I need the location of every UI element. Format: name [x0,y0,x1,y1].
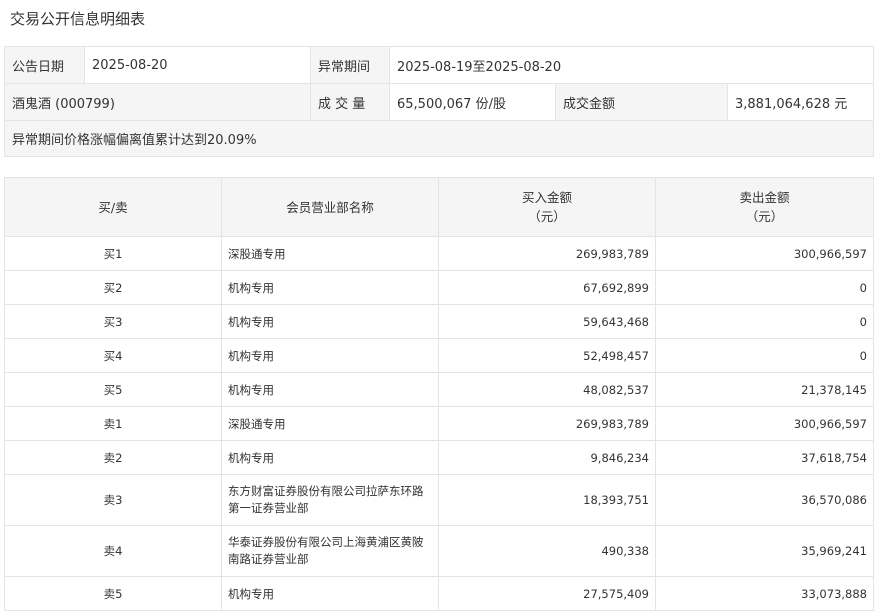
amount-label: 成交金额 [555,83,728,121]
row-member: 深股通专用 [221,406,439,441]
row-buy-amount: 67,692,899 [438,270,656,305]
header-buy-amount-title: 买入金额 [521,190,572,205]
row-sell-amount: 36,570,086 [655,474,874,526]
table-row: 买1 深股通专用 269,983,789 300,966,597 [4,236,874,271]
row-side: 卖4 [4,525,222,577]
row-member: 机构专用 [221,576,439,611]
row-side: 买4 [4,338,222,373]
row-buy-amount: 269,983,789 [438,236,656,271]
page-title: 交易公开信息明细表 [10,10,146,28]
row-member: 机构专用 [221,440,439,475]
row-member: 机构专用 [221,372,439,407]
row-member: 深股通专用 [221,236,439,271]
announce-date-value: 2025-08-20 [84,46,311,84]
announce-date-label: 公告日期 [4,46,85,84]
row-side: 买2 [4,270,222,305]
row-side: 卖3 [4,474,222,526]
row-buy-amount: 27,575,409 [438,576,656,611]
header-sell-amount: 卖出金额 （元） [655,177,874,237]
header-sell-amount-unit: （元） [745,209,784,224]
header-buy-amount-unit: （元） [528,209,566,224]
table-row: 卖3 东方财富证券股份有限公司拉萨东环路第一证券营业部 18,393,751 3… [4,474,874,526]
trade-table-header: 买/卖 会员营业部名称 买入金额 （元） 卖出金额 （元） [4,177,874,237]
info-table: 公告日期 2025-08-20 异常期间 2025-08-19至2025-08-… [3,46,875,157]
row-side: 买1 [4,236,222,271]
header-side: 买/卖 [4,177,222,237]
table-row: 卖1 深股通专用 269,983,789 300,966,597 [4,406,874,441]
row-buy-amount: 52,498,457 [438,338,656,373]
row-buy-amount: 48,082,537 [438,372,656,407]
table-row: 卖2 机构专用 9,846,234 37,618,754 [4,440,874,475]
table-row: 卖5 机构专用 27,575,409 33,073,888 [4,576,874,611]
amount-value: 3,881,064,628 元 [726,83,875,121]
table-row: 买5 机构专用 48,082,537 21,378,145 [4,372,874,407]
row-sell-amount: 300,966,597 [655,406,874,441]
row-sell-amount: 0 [655,270,874,305]
row-buy-amount: 269,983,789 [438,406,656,441]
stock-name: 酒鬼酒 (000799) [4,83,311,121]
table-row: 买3 机构专用 59,643,468 0 [4,304,874,339]
table-row: 卖4 华泰证券股份有限公司上海黄浦区黄陂南路证券营业部 490,338 35,9… [4,525,874,577]
table-row: 买4 机构专用 52,498,457 0 [4,338,874,373]
row-member: 东方财富证券股份有限公司拉萨东环路第一证券营业部 [221,474,439,526]
row-buy-amount: 18,393,751 [438,474,656,526]
row-side: 买5 [4,372,222,407]
row-member: 机构专用 [221,304,439,339]
row-sell-amount: 21,378,145 [655,372,874,407]
row-sell-amount: 0 [655,304,874,339]
row-side: 卖2 [4,440,222,475]
row-side: 买3 [4,304,222,339]
row-buy-amount: 59,643,468 [438,304,656,339]
header-buy-amount: 买入金额 （元） [438,177,656,237]
row-member: 机构专用 [221,338,439,373]
abnormal-period-value: 2025-08-19至2025-08-20 [388,46,875,84]
trade-table: 买/卖 会员营业部名称 买入金额 （元） 卖出金额 （元） 买1 深股通专用 2… [4,177,874,611]
header-sell-amount-title: 卖出金额 [739,190,790,205]
row-member: 华泰证券股份有限公司上海黄浦区黄陂南路证券营业部 [221,525,439,577]
volume-label: 成 交 量 [310,83,390,121]
row-sell-amount: 35,969,241 [655,525,874,577]
volume-value: 65,500,067 份/股 [389,83,556,121]
header-member: 会员营业部名称 [221,177,439,237]
row-side: 卖1 [4,406,222,441]
abnormal-period-label: 异常期间 [310,46,390,84]
abnormal-reason: 异常期间价格涨幅偏离值累计达到20.09% [3,120,875,157]
row-sell-amount: 33,073,888 [655,576,874,611]
table-row: 买2 机构专用 67,692,899 0 [4,270,874,305]
row-buy-amount: 490,338 [438,525,656,577]
row-sell-amount: 300,966,597 [655,236,874,271]
row-member: 机构专用 [221,270,439,305]
row-buy-amount: 9,846,234 [438,440,656,475]
row-sell-amount: 37,618,754 [655,440,874,475]
row-sell-amount: 0 [655,338,874,373]
row-side: 卖5 [4,576,222,611]
